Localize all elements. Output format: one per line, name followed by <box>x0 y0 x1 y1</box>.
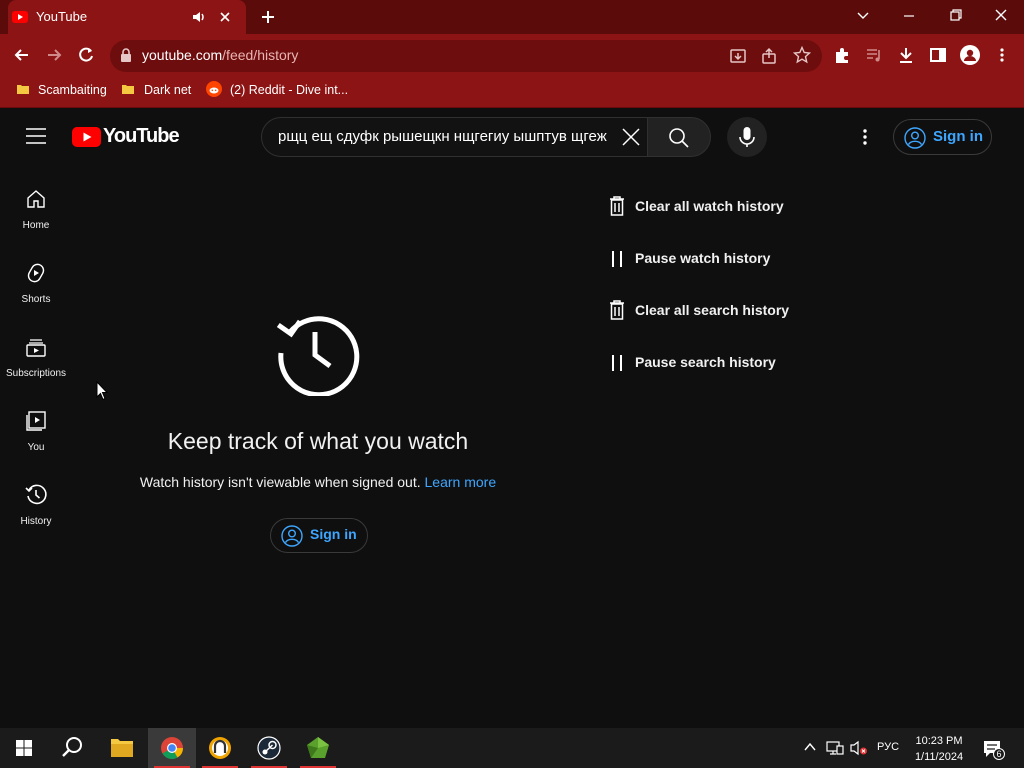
clock[interactable]: 10:23 PM 1/11/2024 <box>906 733 972 765</box>
clock-date: 1/11/2024 <box>914 751 964 763</box>
watch-history-clock-icon <box>276 310 362 396</box>
url-path: /feed/history <box>222 47 299 63</box>
pause-icon <box>611 355 623 371</box>
tab-title: YouTube <box>36 9 88 24</box>
sidebar-item-home[interactable]: Home <box>0 180 72 254</box>
youtube-logo-text[interactable]: YouTube <box>103 125 180 148</box>
close-window-button[interactable] <box>981 6 1021 26</box>
trash-icon <box>610 300 624 320</box>
notifications-icon[interactable]: 6 <box>982 739 1006 761</box>
minimize-button[interactable] <box>889 6 929 26</box>
bookmark-reddit[interactable]: (2) Reddit - Dive int... <box>230 83 348 97</box>
mouse-cursor-icon <box>96 381 108 401</box>
subscriptions-icon <box>25 336 47 358</box>
share-icon[interactable] <box>761 47 779 65</box>
url-text[interactable]: youtube.com/feed/history <box>142 47 298 63</box>
youtube-favicon-icon <box>12 10 28 24</box>
voice-search-button[interactable] <box>727 117 767 157</box>
empty-state-title: Keep track of what you watch <box>167 428 469 454</box>
start-button[interactable] <box>0 728 48 768</box>
folder-icon <box>16 82 30 96</box>
clear-search-history-label: Clear all search history <box>635 302 790 318</box>
folder-icon <box>121 82 135 96</box>
orange-app-taskbar-icon[interactable] <box>196 728 244 768</box>
reload-icon[interactable] <box>76 45 96 65</box>
lock-icon[interactable] <box>120 48 132 62</box>
learn-more-link[interactable]: Learn more <box>425 474 497 490</box>
clear-search-icon[interactable] <box>620 126 642 148</box>
sign-in-label: Sign in <box>933 128 983 145</box>
sign-in-button-header[interactable]: Sign in <box>893 119 992 155</box>
new-tab-button[interactable] <box>258 7 278 27</box>
bookmark-dark-net[interactable]: Dark net <box>144 83 191 97</box>
sidebar-label-subscriptions: Subscriptions <box>5 368 67 379</box>
sign-in-label: Sign in <box>310 526 357 542</box>
tab-close-icon[interactable] <box>218 10 232 24</box>
clear-watch-history-label: Clear all watch history <box>635 198 784 214</box>
shorts-icon <box>25 262 47 284</box>
bookmark-star-icon[interactable] <box>793 46 811 64</box>
notification-count: 6 <box>993 748 1005 760</box>
trash-icon <box>610 196 624 216</box>
sidebar-label-home: Home <box>22 220 50 231</box>
empty-state-text: Watch history isn't viewable when signed… <box>139 474 421 490</box>
sidebar-label-shorts: Shorts <box>21 294 51 305</box>
pause-watch-history-label: Pause watch history <box>635 250 771 266</box>
pause-search-history-button[interactable]: Pause search history <box>608 351 783 375</box>
sidebar-label-history: History <box>20 516 52 527</box>
settings-more-icon[interactable] <box>857 127 873 147</box>
menu-hamburger-icon[interactable] <box>26 128 46 144</box>
youtube-logo-icon[interactable] <box>72 127 101 147</box>
tab-search-chevron-icon[interactable] <box>843 6 883 26</box>
pause-watch-history-button[interactable]: Pause watch history <box>608 247 778 271</box>
restore-button[interactable] <box>935 6 975 26</box>
back-icon[interactable] <box>12 45 32 65</box>
profile-avatar-icon[interactable] <box>960 45 980 65</box>
steam-taskbar-icon[interactable] <box>245 728 293 768</box>
volume-muted-icon[interactable] <box>850 740 868 756</box>
sidebar-item-subscriptions[interactable]: Subscriptions <box>0 328 72 402</box>
tab-audio-icon[interactable] <box>192 10 208 24</box>
pause-search-history-label: Pause search history <box>635 354 776 370</box>
clear-watch-history-button[interactable]: Clear all watch history <box>608 195 788 219</box>
downloads-icon[interactable] <box>897 46 915 64</box>
extensions-icon[interactable] <box>833 46 851 64</box>
clock-time: 10:23 PM <box>915 735 963 747</box>
search-taskbar-icon[interactable] <box>48 728 96 768</box>
search-button[interactable] <box>647 117 711 157</box>
input-language[interactable]: РУС <box>877 741 899 753</box>
media-controls-icon[interactable] <box>865 46 883 64</box>
bookmark-scambaiting[interactable]: Scambaiting <box>38 83 107 97</box>
side-panel-icon[interactable] <box>929 46 947 64</box>
file-explorer-icon[interactable] <box>98 728 146 768</box>
green-app-taskbar-icon[interactable] <box>294 728 342 768</box>
sign-in-button-main[interactable]: Sign in <box>270 518 368 553</box>
tray-chevron-up-icon[interactable] <box>803 741 817 753</box>
chrome-taskbar-icon[interactable] <box>148 728 196 768</box>
account-circle-icon <box>904 127 926 149</box>
empty-state-description: Watch history isn't viewable when signed… <box>0 474 636 490</box>
install-app-icon[interactable] <box>729 47 747 65</box>
clear-search-history-button[interactable]: Clear all search history <box>608 299 793 323</box>
reddit-icon <box>206 81 222 97</box>
account-circle-icon <box>281 525 303 547</box>
pause-icon <box>611 251 623 267</box>
sidebar-item-shorts[interactable]: Shorts <box>0 254 72 328</box>
url-domain: youtube.com <box>142 47 223 63</box>
network-icon[interactable] <box>826 740 844 756</box>
search-query-text[interactable]: рщц ещ сдуфк рышещкн нщгегиу ышптув щгеж <box>278 128 618 145</box>
forward-icon[interactable] <box>44 45 64 65</box>
chrome-menu-icon[interactable] <box>994 46 1010 64</box>
home-icon <box>25 188 47 210</box>
